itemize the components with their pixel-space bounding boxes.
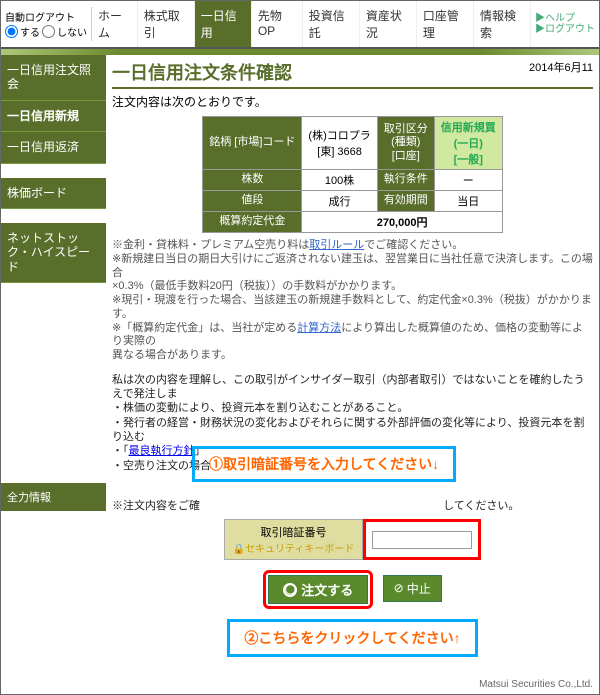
logout-on-label: する <box>20 24 40 39</box>
top-nav: ホーム 株式取引 一日信用 先物OP 投資信託 資産状況 口座管理 情報検索 <box>92 1 531 47</box>
nav-assets[interactable]: 資産状況 <box>360 1 417 47</box>
note-1a: ※金利・貸株料・プレミアム空売り料は <box>112 239 309 251</box>
td-price: 成行 <box>302 191 377 212</box>
nav-home[interactable]: ホーム <box>92 1 138 47</box>
order-table: 銘柄 [市場]コード (株)コロプラ [東] 3668 取引区分 (種類) [口… <box>202 116 503 233</box>
logout-link[interactable]: ▶ログアウト <box>535 24 595 35</box>
sidebar: 一日信用注文照会 一日信用新規 一日信用返済 株価ボード ネットストック・ハイス… <box>1 55 106 694</box>
nav-margin-day[interactable]: 一日信用 <box>195 1 252 47</box>
callout-click: ②こちらをクリックしてください↑ <box>227 619 477 657</box>
cancel-button-label: 中止 <box>407 580 431 597</box>
td-qty: 100株 <box>302 170 377 191</box>
pin-label: 取引暗証番号 <box>233 524 355 540</box>
para-6a: ※注文内容をご確 <box>112 500 200 512</box>
th-cond: 執行条件 <box>377 170 434 191</box>
note-3: ×0.3%（最低手数料20円（税抜））の手数料がかかります。 <box>112 280 402 292</box>
para-1: 私は次の内容を理解し、この取引がインサイダー取引（内部者取引）ではないことを確約… <box>112 373 593 402</box>
cancel-button[interactable]: ⊘ 中止 <box>383 575 442 602</box>
para-2: ・株価の変動により、投資元本を割り込むことがあること。 <box>112 401 593 415</box>
note-6: 異なる場合があります。 <box>112 349 232 361</box>
help-links: ▶ヘルプ ▶ログアウト <box>531 13 599 35</box>
circle-icon: ◯ <box>283 583 297 597</box>
note-5a: ※「概算約定代金」は、当社が定める <box>112 322 297 334</box>
page-title: 一日信用注文条件確認 <box>112 59 593 89</box>
stop-icon: ⊘ <box>394 581 404 595</box>
sidebar-item-new[interactable]: 一日信用新規 <box>1 101 106 132</box>
logout-on-radio[interactable] <box>5 25 18 38</box>
top-bar: 自動ログアウト する しない ホーム 株式取引 一日信用 先物OP 投資信託 資… <box>1 1 599 49</box>
nav-fund[interactable]: 投資信託 <box>303 1 360 47</box>
nav-account[interactable]: 口座管理 <box>417 1 474 47</box>
notes-block: ※金利・貸株料・プレミアム空売り料は取引ルールでご確認ください。 ※新規建日当日… <box>112 239 593 363</box>
order-button-highlight: ◯ 注文する <box>263 570 373 609</box>
confirm-paragraph: 私は次の内容を理解し、この取引がインサイダー取引（内部者取引）ではないことを確約… <box>112 373 593 513</box>
td-est: 270,000円 <box>302 212 502 233</box>
auto-logout-label: 自動ログアウト <box>5 9 87 24</box>
best-exec-link[interactable]: 最良執行方針 <box>129 445 195 457</box>
nav-stock[interactable]: 株式取引 <box>138 1 195 47</box>
security-keyboard-link[interactable]: 🔒セキュリティキーボード <box>233 540 355 555</box>
pin-input[interactable] <box>372 531 472 549</box>
sidebar-item-netstock[interactable]: ネットストック・ハイスピード <box>1 223 106 283</box>
nav-info[interactable]: 情報検索 <box>474 1 531 47</box>
intro-text: 注文内容は次のとおりです。 <box>112 93 593 110</box>
td-cond: ー <box>434 170 502 191</box>
rules-link[interactable]: 取引ルール <box>309 239 364 251</box>
para-4a: ・「 <box>112 445 129 457</box>
sidebar-item-close[interactable]: 一日信用返済 <box>1 132 106 163</box>
pin-input-highlight <box>363 519 481 560</box>
sidebar-item-board[interactable]: 株価ボード <box>1 178 106 209</box>
sidebar-bottom[interactable]: 全力情報 <box>1 483 106 511</box>
order-button[interactable]: ◯ 注文する <box>268 575 368 604</box>
order-button-label: 注文する <box>301 580 353 599</box>
help-link[interactable]: ▶ヘルプ <box>535 13 595 24</box>
note-4: ※現引・現渡を行った場合、当該建玉の新規建手数料として、約定代金×0.3%（税抜… <box>112 294 592 320</box>
td-valid: 当日 <box>434 191 502 212</box>
para-6b: してください。 <box>443 500 519 512</box>
pin-row: 取引暗証番号 🔒セキュリティキーボード <box>224 519 482 560</box>
footer-copyright: Matsui Securities Co.,Ltd. <box>112 679 593 690</box>
th-valid: 有効期間 <box>377 191 434 212</box>
th-type: 取引区分 (種類) [口座] <box>377 117 434 170</box>
calc-link[interactable]: 計算方法 <box>297 322 341 334</box>
auto-logout-box: 自動ログアウト する しない <box>1 7 92 41</box>
note-2: ※新規建日当日の期日大引けにご返済されない建玉は、翌営業日に当社任意で決済します… <box>112 253 593 279</box>
note-1b: でご確認ください。 <box>364 239 463 251</box>
th-qty: 株数 <box>203 170 302 191</box>
th-price: 値段 <box>203 191 302 212</box>
logout-off-label: しない <box>57 24 87 39</box>
td-type: 信用新規買 (一日) [一般] <box>434 117 502 170</box>
th-symbol: 銘柄 [市場]コード <box>203 117 302 170</box>
td-symbol: (株)コロプラ [東] 3668 <box>302 117 377 170</box>
logout-off-radio[interactable] <box>42 25 55 38</box>
sidebar-item-order-list[interactable]: 一日信用注文照会 <box>1 55 106 101</box>
nav-futures[interactable]: 先物OP <box>252 1 303 47</box>
th-est: 概算約定代金 <box>203 212 302 233</box>
page-date: 2014年6月11 <box>529 59 593 75</box>
content-area: 2014年6月11 一日信用注文条件確認 注文内容は次のとおりです。 銘柄 [市… <box>106 55 599 694</box>
pin-label-box: 取引暗証番号 🔒セキュリティキーボード <box>224 519 364 560</box>
callout-pin: ①取引暗証番号を入力してください↓ <box>192 446 456 482</box>
